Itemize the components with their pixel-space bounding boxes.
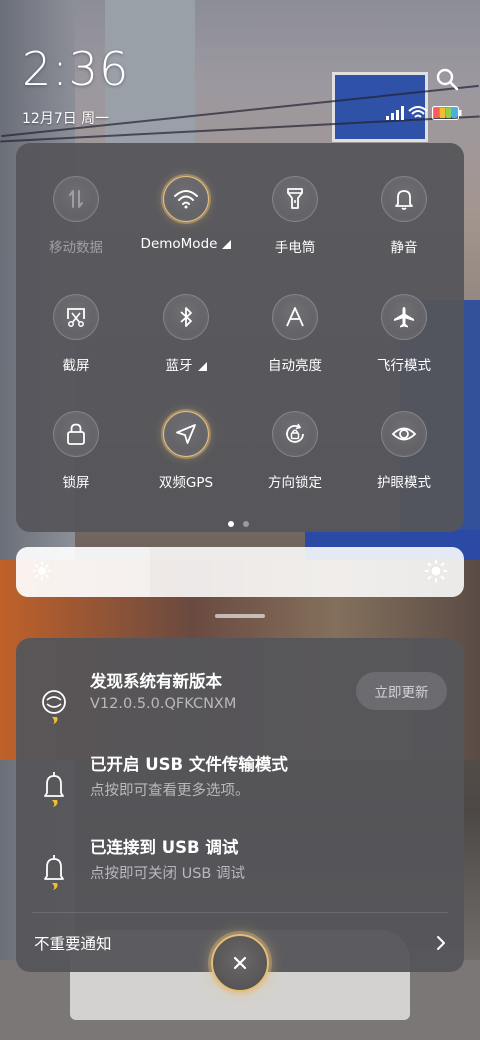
tile-mobile-data[interactable]: 移动数据 [21,176,131,276]
airplane-icon [394,307,414,328]
close-icon [233,956,247,970]
notification-title: 已连接到 USB 调试 [90,838,239,857]
tile-screenshot[interactable]: 截屏 [21,294,131,394]
bluetooth-icon [180,307,192,327]
tile-label: 蓝牙 [166,354,207,374]
dropdown-triangle-icon [197,362,207,371]
notification-title: 已开启 USB 文件传输模式 [90,755,288,774]
notification-bell-icon [44,855,64,890]
tile-label: 自动亮度 [268,358,322,374]
mobile-data-icon [69,190,83,208]
tile-label: 护眼模式 [377,475,431,491]
tile-label: 移动数据 [49,240,103,256]
dropdown-triangle-icon [222,240,232,249]
tile-wifi[interactable]: DemoMode [131,176,241,276]
screenshot-icon [67,308,85,327]
search-button[interactable] [434,66,462,94]
rotation-lock-icon [286,423,304,443]
signal-icon [386,106,404,120]
notification-usb-debugging[interactable]: 已连接到 USB 调试 点按即可关闭 USB 调试 [16,834,464,904]
status-icons [386,106,462,120]
brightness-high-icon [424,559,448,583]
tile-label: 双频GPS [158,475,214,491]
unimportant-notifications-link[interactable]: 不重要通知 [34,932,112,954]
battery-icon [432,106,462,120]
tile-label: 方向锁定 [268,475,322,491]
tile-flashlight[interactable]: 手电筒 [240,176,350,276]
quick-settings-panel: 移动数据 DemoMode 手电筒 静音 截屏 蓝牙 自动亮度 飞行模式 锁屏 … [16,143,464,532]
bell-icon [395,190,413,210]
gps-icon [176,424,196,444]
wifi-status-icon [408,106,428,118]
tile-label: 截屏 [62,358,90,374]
update-now-button[interactable]: 立即更新 [356,672,447,710]
tile-auto-brightness[interactable]: 自动亮度 [240,294,350,394]
page-dot [243,521,249,527]
notification-subtitle: 点按即可关闭 USB 调试 [90,866,245,882]
tile-lock-screen[interactable]: 锁屏 [21,411,131,511]
system-update-icon [42,690,66,724]
tile-label: 飞行模式 [377,358,431,374]
notification-usb-transfer[interactable]: 已开启 USB 文件传输模式 点按即可查看更多选项。 [16,751,464,821]
tile-rotation-lock[interactable]: 方向锁定 [240,411,350,511]
page-dot-active [228,521,234,527]
tile-gps[interactable]: 双频GPS [131,411,241,511]
notification-subtitle: V12.0.5.0.QFKCNXM [90,696,237,712]
notification-bell-icon [44,772,64,807]
divider [32,912,448,913]
date: 12月7日 周一 [22,111,110,127]
wifi-icon [174,190,198,209]
auto-brightness-icon [286,307,304,327]
page-indicator [228,521,249,527]
tile-silent[interactable]: 静音 [349,176,459,276]
clock: 2:36 [22,42,130,96]
notification-title: 发现系统有新版本 [90,672,222,691]
panel-drag-handle[interactable] [215,614,265,618]
chevron-right-icon[interactable] [434,934,448,952]
eye-icon [391,427,417,441]
flashlight-icon [287,188,303,209]
tile-airplane[interactable]: 飞行模式 [349,294,459,394]
tile-bluetooth[interactable]: 蓝牙 [131,294,241,394]
tile-label: 锁屏 [62,475,90,491]
tile-label: DemoMode [141,236,232,252]
notification-panel: 发现系统有新版本 V12.0.5.0.QFKCNXM 立即更新 已开启 USB … [16,638,464,972]
tile-label: 手电筒 [274,240,316,256]
notification-subtitle: 点按即可查看更多选项。 [90,783,250,799]
brightness-slider[interactable] [16,547,464,597]
lock-icon [67,423,85,445]
tile-label: 静音 [390,240,418,256]
clear-all-button[interactable] [211,934,269,992]
search-icon [436,68,459,91]
notification-system-update[interactable]: 发现系统有新版本 V12.0.5.0.QFKCNXM 立即更新 [16,668,464,738]
tile-eye-care[interactable]: 护眼模式 [349,411,459,511]
brightness-low-icon [32,561,52,581]
